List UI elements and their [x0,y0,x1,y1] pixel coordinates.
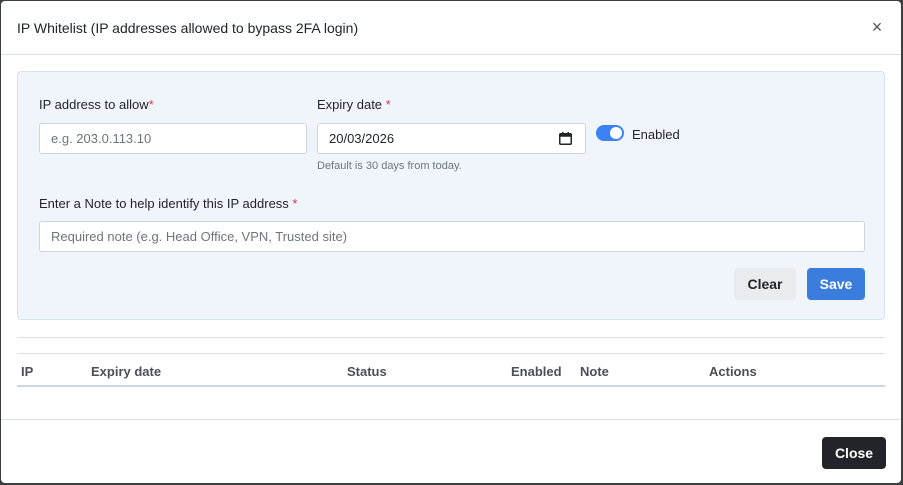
toggle-knob [610,127,622,139]
enabled-label: Enabled [632,127,680,142]
column-header-status: Status [347,364,387,379]
note-input[interactable]: Required note (e.g. Head Office, VPN, Tr… [39,221,865,252]
column-header-ip: IP [21,364,34,379]
ip-address-input[interactable]: e.g. 203.0.113.10 [39,123,307,154]
expiry-date-label: Expiry date * [317,97,391,112]
modal-footer: Close [1,419,901,483]
expiry-date-label-text: Expiry date [317,97,386,112]
enabled-toggle[interactable] [596,125,624,141]
required-marker: * [148,97,154,112]
note-label: Enter a Note to help identify this IP ad… [39,196,297,211]
whitelist-table-header: IP Expiry date Status Enabled Note Actio… [17,353,885,387]
ip-address-placeholder: e.g. 203.0.113.10 [51,131,152,146]
required-marker: * [292,196,298,211]
expiry-help-text: Default is 30 days from today. [317,160,462,172]
note-label-text: Enter a Note to help identify this IP ad… [39,196,293,211]
column-header-expiry-date: Expiry date [91,364,162,379]
ip-address-label-text: IP address to allow [39,97,149,112]
ip-address-label: IP address to allow* [39,97,154,112]
close-icon[interactable]: × [867,17,887,37]
required-marker: * [385,97,391,112]
close-button[interactable]: Close [822,437,886,469]
clear-button[interactable]: Clear [734,268,796,300]
column-header-actions: Actions [709,364,757,379]
modal-header: IP Whitelist (IP addresses allowed to by… [1,1,901,55]
note-placeholder: Required note (e.g. Head Office, VPN, Tr… [51,229,348,244]
ip-whitelist-modal: IP Whitelist (IP addresses allowed to by… [1,1,901,483]
section-divider [17,337,885,338]
calendar-icon[interactable] [559,132,572,145]
column-header-enabled: Enabled [511,364,562,379]
add-ip-form: IP address to allow* e.g. 203.0.113.10 E… [17,71,885,320]
modal-title: IP Whitelist (IP addresses allowed to by… [17,20,359,36]
expiry-date-value: 20/03/2026 [329,131,395,146]
save-button[interactable]: Save [807,268,865,300]
column-header-note: Note [580,364,609,379]
expiry-date-input[interactable]: 20/03/2026 [317,123,586,154]
